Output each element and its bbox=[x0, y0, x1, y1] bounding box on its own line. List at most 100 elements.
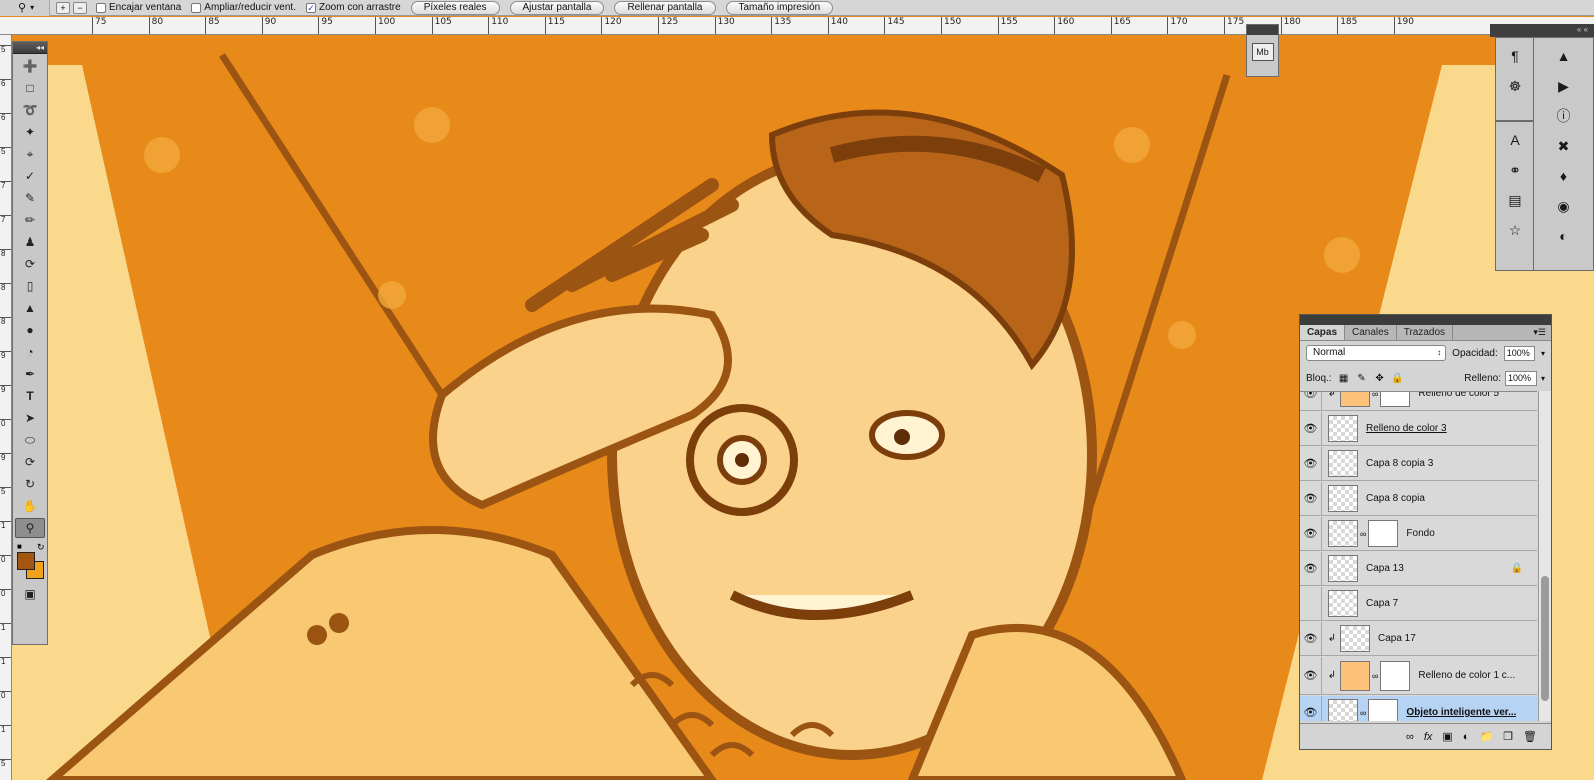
layer-row[interactable]: 👁 ↲ ∞ Relleno de color 5 bbox=[1300, 392, 1537, 411]
vertical-ruler[interactable]: 5 6 6 5 7 7 8 8 8 9 9 0 9 5 1 0 0 1 1 0 1 5 bbox=[0, 35, 12, 780]
masks-icon[interactable]: ◉ bbox=[1550, 194, 1578, 218]
layer-row-selected[interactable]: 👁 ∞ Objeto inteligente ver... bbox=[1300, 695, 1537, 721]
visibility-eye-icon[interactable]: 👁 bbox=[1300, 481, 1322, 516]
3d-orbit-tool-icon[interactable]: ↻ bbox=[15, 474, 45, 494]
tab-layers[interactable]: Capas bbox=[1300, 325, 1346, 340]
marquee-tool-icon[interactable]: □ bbox=[15, 78, 45, 98]
brush-tool-icon[interactable]: ✏ bbox=[15, 210, 45, 230]
resize-window-checkbox[interactable]: Encajar ventana bbox=[96, 2, 181, 13]
visibility-eye-icon[interactable]: 👁 bbox=[1300, 695, 1322, 721]
character-styles-icon[interactable]: A bbox=[1501, 128, 1529, 152]
actual-pixels-button[interactable]: Píxeles reales bbox=[410, 0, 500, 15]
navigator-icon[interactable]: ☸ bbox=[1501, 74, 1529, 98]
tools-icon[interactable]: ✖ bbox=[1550, 134, 1578, 158]
blend-mode-select[interactable]: Normal bbox=[1306, 345, 1447, 361]
add-mask-icon[interactable]: ▣ bbox=[1442, 730, 1452, 743]
adjustment-layer-icon[interactable]: ◐ bbox=[1463, 731, 1470, 743]
visibility-eye-icon[interactable]: 👁 bbox=[1300, 411, 1322, 446]
lock-position-icon[interactable]: ✥ bbox=[1374, 372, 1386, 384]
adjustments-icon[interactable]: ◐ bbox=[1550, 224, 1578, 248]
fill-input[interactable]: 100% bbox=[1504, 370, 1537, 386]
styles-icon[interactable]: ♦ bbox=[1550, 164, 1578, 188]
visibility-eye-icon[interactable]: 👁 bbox=[1300, 551, 1322, 586]
blur-tool-icon[interactable]: ● bbox=[15, 320, 45, 340]
paint-bucket-tool-icon[interactable]: ▲ bbox=[15, 298, 45, 318]
actions-icon[interactable]: ▶ bbox=[1550, 74, 1578, 98]
quick-mask-icon[interactable]: ▣ bbox=[15, 584, 45, 604]
checkbox-box[interactable] bbox=[191, 2, 202, 13]
fill-screen-button[interactable]: Rellenar pantalla bbox=[614, 0, 716, 15]
layer-row[interactable]: 👁 Capa 13 🔒 bbox=[1300, 551, 1537, 586]
layer-row[interactable]: Capa 7 bbox=[1300, 586, 1537, 621]
paragraph-icon[interactable]: ¶ bbox=[1501, 44, 1529, 68]
clone-source-icon[interactable]: ⚭ bbox=[1501, 158, 1529, 182]
foreground-color-swatch[interactable] bbox=[17, 552, 35, 570]
healing-brush-tool-icon[interactable]: ✎ bbox=[15, 188, 45, 208]
visibility-eye-icon[interactable]: 👁 bbox=[1300, 516, 1322, 551]
scrubby-zoom-checkbox[interactable]: ✓ Zoom con arrastre bbox=[305, 2, 401, 13]
link-layers-icon[interactable]: ∞ bbox=[1406, 731, 1414, 743]
history-brush-tool-icon[interactable]: ⟳ bbox=[15, 254, 45, 274]
fit-screen-button[interactable]: Ajustar pantalla bbox=[509, 0, 605, 15]
new-group-icon[interactable]: 📁 bbox=[1479, 730, 1493, 743]
visibility-eye-icon[interactable]: 👁 bbox=[1300, 446, 1322, 481]
tool-preset-picker[interactable]: ⚲ ▾ bbox=[0, 0, 50, 16]
mini-bridge-icon[interactable]: Mb bbox=[1251, 43, 1274, 61]
zoom-tool-icon[interactable]: ⚲ bbox=[15, 518, 45, 538]
magic-wand-tool-icon[interactable]: ✦ bbox=[15, 122, 45, 142]
opacity-input[interactable]: 100% bbox=[1503, 345, 1535, 361]
clone-stamp-tool-icon[interactable]: ♟ bbox=[15, 232, 45, 252]
layer-row[interactable]: 👁 ∞ Fondo bbox=[1300, 516, 1537, 551]
crop-tool-icon[interactable]: ⌖ bbox=[15, 144, 45, 164]
path-selection-tool-icon[interactable]: ➤ bbox=[15, 408, 45, 428]
layer-row[interactable]: 👁 ↲ ∞ Relleno de color 1 c... bbox=[1300, 656, 1537, 695]
fill-dropdown-icon[interactable]: ▾ bbox=[1541, 374, 1545, 383]
eyedropper-tool-icon[interactable]: ✓ bbox=[15, 166, 45, 186]
panel-menu-icon[interactable]: ▾☰ bbox=[1533, 325, 1551, 340]
histogram-icon[interactable]: ▲ bbox=[1550, 44, 1578, 68]
default-colors-icon[interactable]: ■ bbox=[17, 542, 22, 551]
visibility-eye-icon[interactable]: 👁 bbox=[1300, 392, 1322, 411]
layer-row[interactable]: 👁 Capa 8 copia 3 bbox=[1300, 446, 1537, 481]
panel-header[interactable] bbox=[1247, 25, 1278, 35]
shape-tool-icon[interactable]: ⬭ bbox=[15, 430, 45, 450]
panel-collapse-handle[interactable]: ◂◂ bbox=[13, 42, 47, 54]
pen-tool-icon[interactable]: ✒ bbox=[15, 364, 45, 384]
dock-collapse-bar[interactable]: « « bbox=[1490, 24, 1594, 37]
hand-tool-icon[interactable]: ✋ bbox=[15, 496, 45, 516]
3d-rotate-tool-icon[interactable]: ⟳ bbox=[15, 452, 45, 472]
layer-row[interactable]: 👁 ↲ Capa 17 bbox=[1300, 621, 1537, 656]
zoom-in-icon[interactable]: + bbox=[56, 1, 70, 14]
visibility-eye-icon[interactable]: 👁 bbox=[1300, 656, 1322, 695]
type-tool-icon[interactable]: T bbox=[15, 386, 45, 406]
zoom-out-icon[interactable]: − bbox=[73, 1, 87, 14]
horizontal-ruler[interactable]: 75 80 85 90 95 100 105 110 115 120 125 130 135 140 145… bbox=[0, 17, 1594, 35]
layer-style-icon[interactable]: fx bbox=[1424, 731, 1433, 743]
opacity-dropdown-icon[interactable]: ▾ bbox=[1541, 349, 1545, 358]
print-size-button[interactable]: Tamaño impresión bbox=[725, 0, 834, 15]
info-icon[interactable]: ⓘ bbox=[1550, 104, 1578, 128]
dodge-tool-icon[interactable]: ◔ bbox=[15, 342, 45, 362]
scrollbar-thumb[interactable] bbox=[1541, 576, 1549, 701]
layer-row[interactable]: 👁 Relleno de color 3 bbox=[1300, 411, 1537, 446]
tool-presets-icon[interactable]: ▤ bbox=[1501, 188, 1529, 212]
lock-all-icon[interactable]: 🔒 bbox=[1391, 372, 1403, 384]
delete-layer-icon[interactable]: 🗑 bbox=[1523, 730, 1537, 743]
lasso-tool-icon[interactable]: ➰ bbox=[15, 100, 45, 120]
lock-transparent-icon[interactable]: ▦ bbox=[1338, 372, 1350, 384]
layers-scrollbar[interactable] bbox=[1538, 391, 1551, 721]
visibility-eye-icon[interactable]: 👁 bbox=[1300, 621, 1322, 656]
swap-colors-icon[interactable]: ↻ bbox=[37, 542, 45, 553]
eraser-tool-icon[interactable]: ▯ bbox=[15, 276, 45, 296]
brush-presets-icon[interactable]: ☆ bbox=[1501, 218, 1529, 242]
tab-paths[interactable]: Trazados bbox=[1397, 325, 1454, 340]
new-layer-icon[interactable]: ❐ bbox=[1503, 730, 1513, 743]
lock-image-icon[interactable]: ✎ bbox=[1356, 372, 1368, 384]
panel-header[interactable] bbox=[1300, 315, 1551, 325]
checkbox-box-checked[interactable]: ✓ bbox=[305, 2, 316, 13]
tab-channels[interactable]: Canales bbox=[1345, 325, 1397, 340]
checkbox-box[interactable] bbox=[96, 2, 106, 13]
zoom-all-windows-checkbox[interactable]: Ampliar/reducir vent. bbox=[191, 2, 296, 13]
move-tool-icon[interactable]: ➕ bbox=[15, 56, 45, 76]
visibility-hidden-toggle[interactable] bbox=[1300, 586, 1322, 621]
